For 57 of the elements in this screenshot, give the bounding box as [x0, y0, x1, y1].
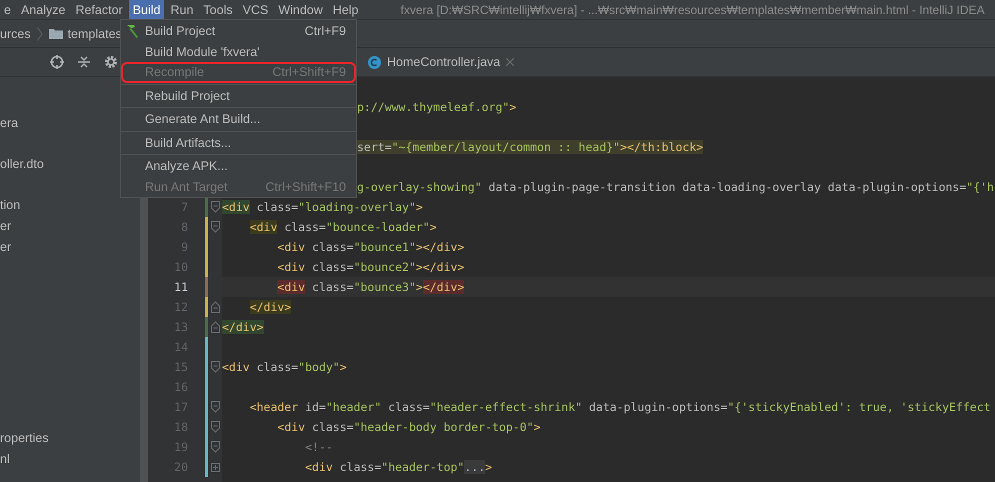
class-icon: [368, 56, 381, 68]
fold-icon[interactable]: [210, 401, 220, 413]
tree-item[interactable]: roperties: [0, 428, 49, 449]
expand-icon[interactable]: [210, 462, 220, 472]
code-line: sert="~{member/layout/common :: head}"></th:block>: [357, 139, 704, 156]
chevron-icon: [36, 26, 43, 40]
tree-item[interactable]: er: [0, 216, 12, 237]
code-line: <div class="header-top"...>: [305, 459, 492, 476]
tree-item[interactable]: era: [0, 113, 18, 134]
menu-option[interactable]: Analyze APK...: [121, 156, 356, 176]
menu-item[interactable]: Refactor: [71, 0, 127, 19]
code-line: <div class="loading-overlay">: [222, 199, 423, 216]
fold-icon[interactable]: [210, 301, 220, 313]
code-line: <header id="header" class="header-effect-shrink" data-plugin-options="{'stickyEnabled': true, 'stickyEffect: [250, 399, 991, 416]
menu-option[interactable]: Build Module 'fxvera': [121, 42, 356, 62]
code-line: <!--: [305, 439, 333, 456]
menu-option[interactable]: Generate Ant Build...: [121, 109, 356, 130]
menu-item[interactable]: VCS: [238, 0, 272, 19]
breadcrumb[interactable]: urces: [0, 26, 31, 40]
editor-tab[interactable]: HomeController.java: [360, 48, 522, 76]
menu-option[interactable]: Build Project Ctrl+F9: [121, 21, 356, 42]
fold-icon[interactable]: [210, 201, 220, 213]
fold-icon[interactable]: [210, 321, 220, 333]
hammer-icon: [125, 24, 140, 38]
code-line: <div class="bounce2"></div>: [277, 259, 464, 276]
code-line: <div class="body">: [222, 359, 347, 376]
folder-icon: [48, 28, 63, 39]
tree-item[interactable]: er: [0, 237, 12, 258]
menu-option[interactable]: Build Artifacts...: [121, 132, 356, 153]
settings-icon[interactable]: [104, 55, 118, 69]
tree-item[interactable]: oller.dto: [0, 154, 44, 175]
code-line: g-overlay-showing" data-plugin-page-transition data-loading-overlay data-plugin-options="{'h: [357, 179, 994, 196]
code-line: <div class="bounce-loader">: [250, 219, 437, 236]
tree-item[interactable]: tion: [0, 195, 20, 216]
code-line: <div class="bounce1"></div>: [277, 239, 464, 256]
close-icon[interactable]: [506, 58, 514, 66]
code-line: <div class="header-body border-top-0">: [277, 419, 541, 436]
fold-icon[interactable]: [210, 441, 220, 453]
breadcrumb[interactable]: templates: [68, 26, 122, 40]
menu-item[interactable]: e: [0, 0, 15, 19]
crosshair-icon[interactable]: [50, 55, 64, 69]
line-number: 11: [174, 280, 188, 294]
code-line: p://www.thymeleaf.org">: [357, 99, 516, 116]
menu-item[interactable]: Window: [274, 0, 327, 19]
code-line: <div class="bounce3"></div>: [277, 279, 464, 296]
menu-item[interactable]: Analyze: [16, 0, 70, 19]
menu-option[interactable]: Rebuild Project: [121, 86, 356, 106]
menu-item[interactable]: Build: [128, 0, 164, 19]
collapse-icon[interactable]: [78, 55, 90, 69]
fold-icon[interactable]: [210, 421, 220, 433]
window-title: fxvera [D:₩SRC₩intellij₩fxvera] - ...₩src₩main₩resources₩templates₩member₩main.html - IntelliJ IDEA: [400, 2, 985, 18]
fold-icon[interactable]: [210, 221, 220, 233]
menu-item[interactable]: Tools: [199, 0, 237, 19]
menu-item[interactable]: Help: [328, 0, 362, 19]
fold-icon[interactable]: [210, 361, 220, 373]
tree-item[interactable]: nl: [0, 449, 10, 470]
menu-item[interactable]: Run: [166, 0, 198, 19]
